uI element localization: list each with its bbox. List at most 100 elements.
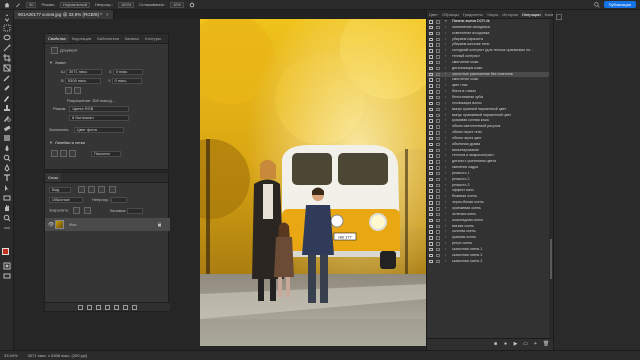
- healing-brush-tool-icon[interactable]: [3, 84, 11, 92]
- rectangle-tool-icon[interactable]: [3, 194, 11, 202]
- checkbox-icon[interactable]: [429, 31, 433, 36]
- checkbox-icon[interactable]: [429, 195, 433, 199]
- lock-pixels-icon[interactable]: [73, 207, 81, 214]
- zoom-level[interactable]: 33,94%: [4, 351, 18, 360]
- color-mode-select[interactable]: Цвета RGB: [69, 106, 130, 112]
- landscape-orientation-button[interactable]: [74, 87, 81, 94]
- dialog-toggle-icon[interactable]: [436, 218, 440, 223]
- checkbox-icon[interactable]: [429, 201, 433, 205]
- ruler-icon[interactable]: [51, 150, 58, 157]
- checkbox-icon[interactable]: [429, 72, 433, 77]
- close-icon[interactable]: ×: [106, 12, 109, 17]
- hand-tool-icon[interactable]: [3, 204, 11, 212]
- checkbox-icon[interactable]: [429, 78, 433, 82]
- eye-icon[interactable]: 👁: [48, 222, 54, 228]
- checkbox-icon[interactable]: [429, 43, 433, 47]
- dialog-toggle-icon[interactable]: [436, 183, 440, 188]
- checkbox-icon[interactable]: [429, 160, 433, 164]
- x-field[interactable]: 0 пикс.: [112, 69, 143, 75]
- tab-color[interactable]: Цвет: [427, 10, 440, 18]
- dialog-toggle-icon[interactable]: [436, 131, 440, 135]
- trash-icon[interactable]: 🗑: [543, 342, 549, 347]
- checkbox-icon[interactable]: [429, 119, 433, 123]
- move-tool-icon[interactable]: [3, 14, 11, 22]
- dialog-toggle-icon[interactable]: [436, 195, 440, 199]
- checkbox-icon[interactable]: [429, 212, 433, 217]
- checkbox-icon[interactable]: [429, 107, 433, 112]
- clone-stamp-tool-icon[interactable]: [3, 104, 11, 112]
- dialog-toggle-icon[interactable]: [436, 253, 440, 258]
- fill-select[interactable]: Цвет фона: [73, 127, 124, 133]
- checkbox-icon[interactable]: [429, 84, 433, 88]
- checkbox-icon[interactable]: [429, 101, 433, 106]
- checkbox-icon[interactable]: [429, 148, 433, 153]
- dialog-toggle-icon[interactable]: [436, 49, 440, 53]
- quick-mask-icon[interactable]: [3, 262, 11, 270]
- stop-icon[interactable]: ■: [493, 342, 498, 347]
- layer-opacity-field[interactable]: [111, 197, 128, 203]
- checkbox-icon[interactable]: [429, 259, 433, 264]
- dialog-toggle-icon[interactable]: [436, 201, 440, 205]
- checkbox-icon[interactable]: [429, 166, 433, 170]
- tab-channels[interactable]: Каналы: [122, 34, 142, 43]
- checkbox-icon[interactable]: [429, 90, 433, 94]
- more-tools-icon[interactable]: [3, 224, 11, 232]
- layer-row[interactable]: 👁 Фон: [45, 218, 170, 231]
- blur-tool-icon[interactable]: [3, 144, 11, 152]
- type-tool-icon[interactable]: [3, 174, 11, 182]
- checkbox-icon[interactable]: [429, 66, 433, 71]
- filter-adjustment-icon[interactable]: [88, 186, 96, 193]
- fill-opacity-field[interactable]: [127, 207, 144, 214]
- dialog-toggle-icon[interactable]: [436, 125, 440, 129]
- dialog-toggle-icon[interactable]: [436, 113, 440, 117]
- dialog-toggle-icon[interactable]: [436, 212, 440, 217]
- dialog-toggle-icon[interactable]: [436, 166, 440, 170]
- dialog-toggle-icon[interactable]: [436, 78, 440, 82]
- new-set-icon[interactable]: ▭: [523, 342, 528, 347]
- dialog-toggle-icon[interactable]: [436, 107, 440, 112]
- layer-filter-select[interactable]: Вид: [49, 186, 71, 193]
- checkbox-icon[interactable]: [429, 154, 433, 158]
- mode-select[interactable]: Нормальный: [59, 1, 90, 8]
- checkbox-icon[interactable]: [429, 253, 433, 258]
- checkbox-icon[interactable]: [429, 60, 433, 65]
- eraser-tool-icon[interactable]: [3, 124, 11, 132]
- checkbox-icon[interactable]: [429, 247, 433, 252]
- document-image[interactable]: НВ 177: [200, 19, 426, 346]
- dialog-toggle-icon[interactable]: [436, 43, 440, 47]
- dialog-toggle-icon[interactable]: [436, 31, 440, 36]
- dialog-toggle-icon[interactable]: [436, 20, 440, 24]
- blend-mode-select[interactable]: Обычные: [49, 197, 83, 203]
- eyedropper-tool-icon[interactable]: [3, 74, 11, 82]
- dialog-toggle-icon[interactable]: [436, 90, 440, 94]
- new-layer-icon[interactable]: [123, 304, 128, 310]
- dialog-toggle-icon[interactable]: [436, 95, 440, 100]
- dialog-toggle-icon[interactable]: [436, 154, 440, 158]
- foreground-color-swatch[interactable]: [2, 248, 9, 255]
- add-mask-icon[interactable]: [96, 304, 101, 310]
- lock-position-icon[interactable]: [83, 207, 91, 214]
- magic-wand-tool-icon[interactable]: [3, 44, 11, 52]
- checkbox-icon[interactable]: [429, 37, 433, 42]
- checkbox-icon[interactable]: [429, 183, 433, 188]
- dialog-toggle-icon[interactable]: [436, 55, 440, 59]
- record-icon[interactable]: ●: [503, 342, 508, 347]
- checkbox-icon[interactable]: [429, 218, 433, 223]
- dialog-toggle-icon[interactable]: [436, 101, 440, 106]
- new-action-icon[interactable]: +: [533, 342, 538, 347]
- dialog-toggle-icon[interactable]: [436, 37, 440, 42]
- dialog-toggle-icon[interactable]: [436, 72, 440, 77]
- dialog-toggle-icon[interactable]: [436, 189, 440, 193]
- tab-gradients[interactable]: Градиенты: [461, 10, 485, 18]
- checkbox-icon[interactable]: [429, 171, 433, 176]
- tab-adjustments[interactable]: Коррекция: [69, 34, 95, 43]
- fx-icon[interactable]: [87, 304, 92, 310]
- checkbox-icon[interactable]: [429, 125, 433, 129]
- tab-history[interactable]: История: [500, 10, 520, 18]
- checkbox-icon[interactable]: [429, 136, 433, 141]
- brush-tool-icon[interactable]: [15, 2, 21, 8]
- rulers-section-header[interactable]: ▼ Линейки и сетки: [45, 140, 170, 145]
- checkbox-icon[interactable]: [429, 131, 433, 135]
- dialog-toggle-icon[interactable]: [436, 142, 440, 147]
- opacity-field[interactable]: 100%: [117, 1, 135, 8]
